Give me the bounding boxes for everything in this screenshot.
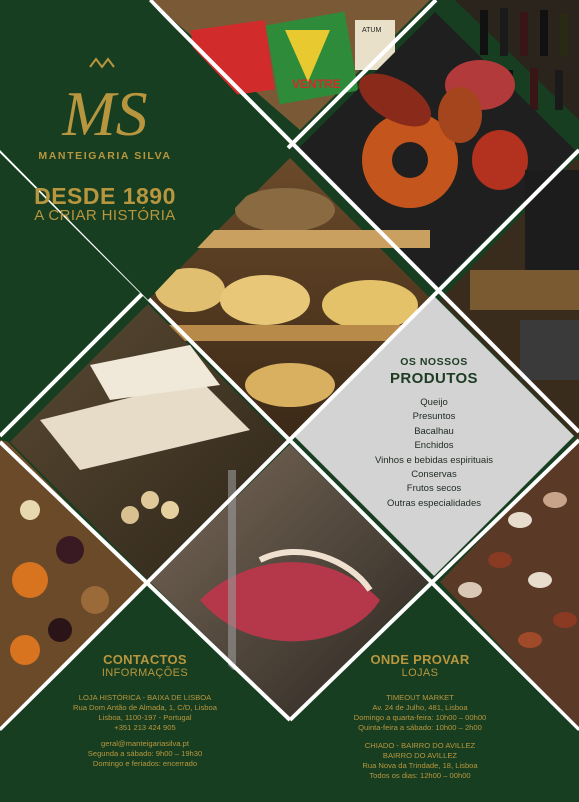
shops-subtitle: LOJAS (401, 667, 439, 679)
products-title: PRODUTOS (390, 370, 478, 387)
contacts-title: CONTACTOS (103, 652, 187, 667)
shops-title: ONDE PROVAR (370, 652, 470, 667)
contacts-phone[interactable]: +351 213 424 905 (60, 723, 230, 733)
shop-timeout-hours-1: Domingo a quarta-feira: 10h00 – 00h00 (353, 713, 487, 722)
contacts-hours-sunday: Domingo e feriados: encerrado (92, 759, 198, 768)
shop-chiado-name: CHIADO - BAIRRO DO AVILLEZ (364, 741, 476, 750)
list-item: Queijo (420, 397, 448, 408)
shop-timeout-name: TIMEOUT MARKET (386, 693, 454, 702)
contacts-city: Lisboa, 1100-197 - Portugal (98, 713, 192, 722)
shop-chiado-hours: Todos os dias: 12h00 – 00h00 (369, 771, 471, 780)
brand-monogram: MS (61, 78, 147, 149)
list-item: Conservas (411, 469, 457, 481)
shop-chiado-address: Rua Nova da Trindade, 18, Lisboa (362, 761, 478, 770)
shop-timeout-address: Av. 24 de Julho, 481, Lisboa (372, 703, 468, 712)
shops-section: ONDE PROVAR LOJAS TIMEOUT MARKET Av. 24 … (345, 652, 495, 781)
tin-label-atum: ATUM (362, 27, 381, 34)
shop-chiado-subname: BAIRRO DO AVILLEZ (382, 751, 458, 760)
since-heading: DESDE 1890 (34, 183, 176, 209)
brand-logo: MS (61, 57, 148, 149)
list-item: Frutos secos (406, 483, 462, 495)
list-item: Bacalhau (414, 425, 454, 437)
list-item: Enchidos (414, 440, 454, 452)
contacts-address: Rua Dom Antão de Almada, 1, C/D, Lisboa (73, 703, 217, 712)
tin-label-ventre: VENTRE (292, 77, 341, 91)
contacts-store-name: LOJA HISTÓRICA - BAIXA DE LISBOA (78, 693, 212, 702)
products-list: Queijo Presuntos Bacalhau Enchidos Vinho… (360, 396, 508, 511)
list-item: Presuntos (412, 411, 456, 423)
contacts-email[interactable]: geral@manteigariasilva.pt (60, 739, 230, 749)
tagline: A CRIAR HISTÓRIA (34, 207, 176, 224)
list-item: Vinhos e bebidas espirituais (374, 454, 494, 466)
contacts-section: CONTACTOS INFORMAÇÕES LOJA HISTÓRICA - B… (60, 652, 230, 769)
shop-timeout-hours-2: Quinta-feira a sábado: 10h00 – 2h00 (358, 723, 482, 732)
contacts-hours-week: Segunda a sábado: 9h00 – 19h30 (87, 749, 203, 758)
list-item: Outras especialidades (387, 497, 481, 509)
poster: VENTRE ATUM MS MANTEIGARIA SILVA DESDE 1… (0, 0, 579, 802)
brand-name: MANTEIGARIA SILVA (38, 150, 172, 162)
contacts-subtitle: INFORMAÇÕES (101, 667, 189, 679)
products-kicker: OS NOSSOS (400, 356, 468, 368)
